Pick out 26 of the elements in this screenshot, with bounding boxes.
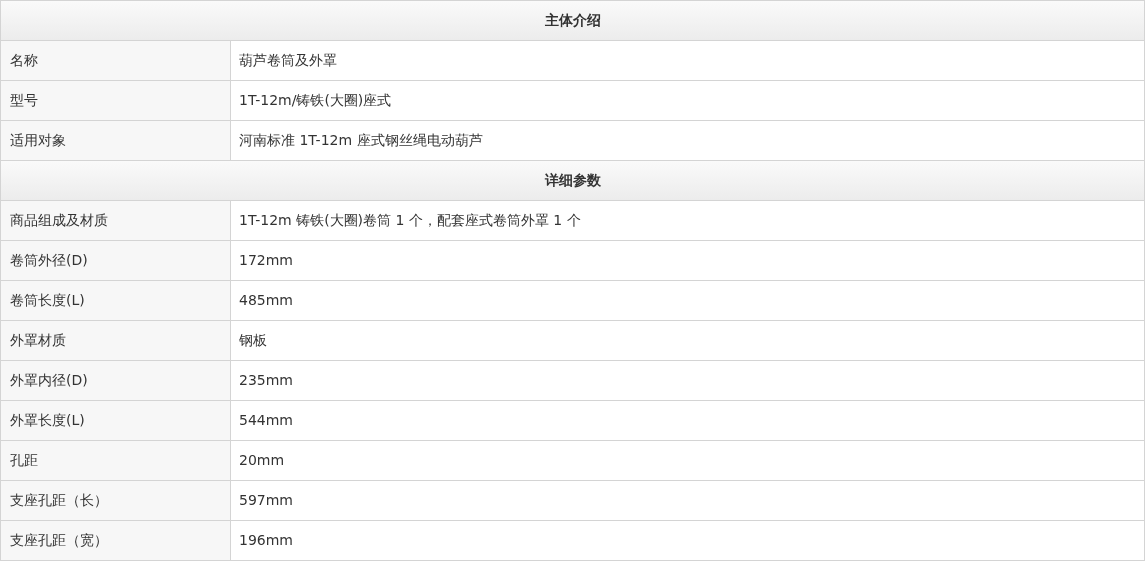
value-cell-text: 485mm [238,291,294,310]
label-cell: 名称 [1,41,231,80]
value-cell-text: 河南标准 1T-12m 座式钢丝绳电动葫芦 [238,131,484,150]
value-cell-text: 172mm [238,251,294,270]
value-cell-text: 20mm [238,451,286,470]
label-cell: 支座孔距（长） [1,481,231,520]
label-cell: 孔距 [1,441,231,480]
value-cell-text: 235mm [238,371,294,390]
label-cell: 外罩内径(D) [1,361,231,400]
label-cell: 型号 [1,81,231,120]
value-cell-text: 597mm [238,491,294,510]
value-cell-text: 钢板 [238,331,268,350]
value-cell-text: 1T-12m/铸铁(大圈)座式 [238,91,393,110]
label-cell: 适用对象 [1,121,231,160]
label-cell: 商品组成及材质 [1,201,231,240]
value-cell-text: 葫芦卷筒及外罩 [238,51,338,70]
label-cell: 外罩长度(L) [1,401,231,440]
value-cell-text: 196mm [238,531,294,550]
value-cell-text: 1T-12m 铸铁(大圈)卷筒 1 个，配套座式卷筒外罩 1 个 [238,211,582,230]
section-header: 详细参数 [1,161,1144,201]
label-cell: 卷筒长度(L) [1,281,231,320]
value-cell-text: 544mm [238,411,294,430]
label-cell: 外罩材质 [1,321,231,360]
section-header: 主体介绍 [1,1,1144,41]
label-cell: 卷筒外径(D) [1,241,231,280]
label-cell: 支座孔距（宽） [1,521,231,560]
